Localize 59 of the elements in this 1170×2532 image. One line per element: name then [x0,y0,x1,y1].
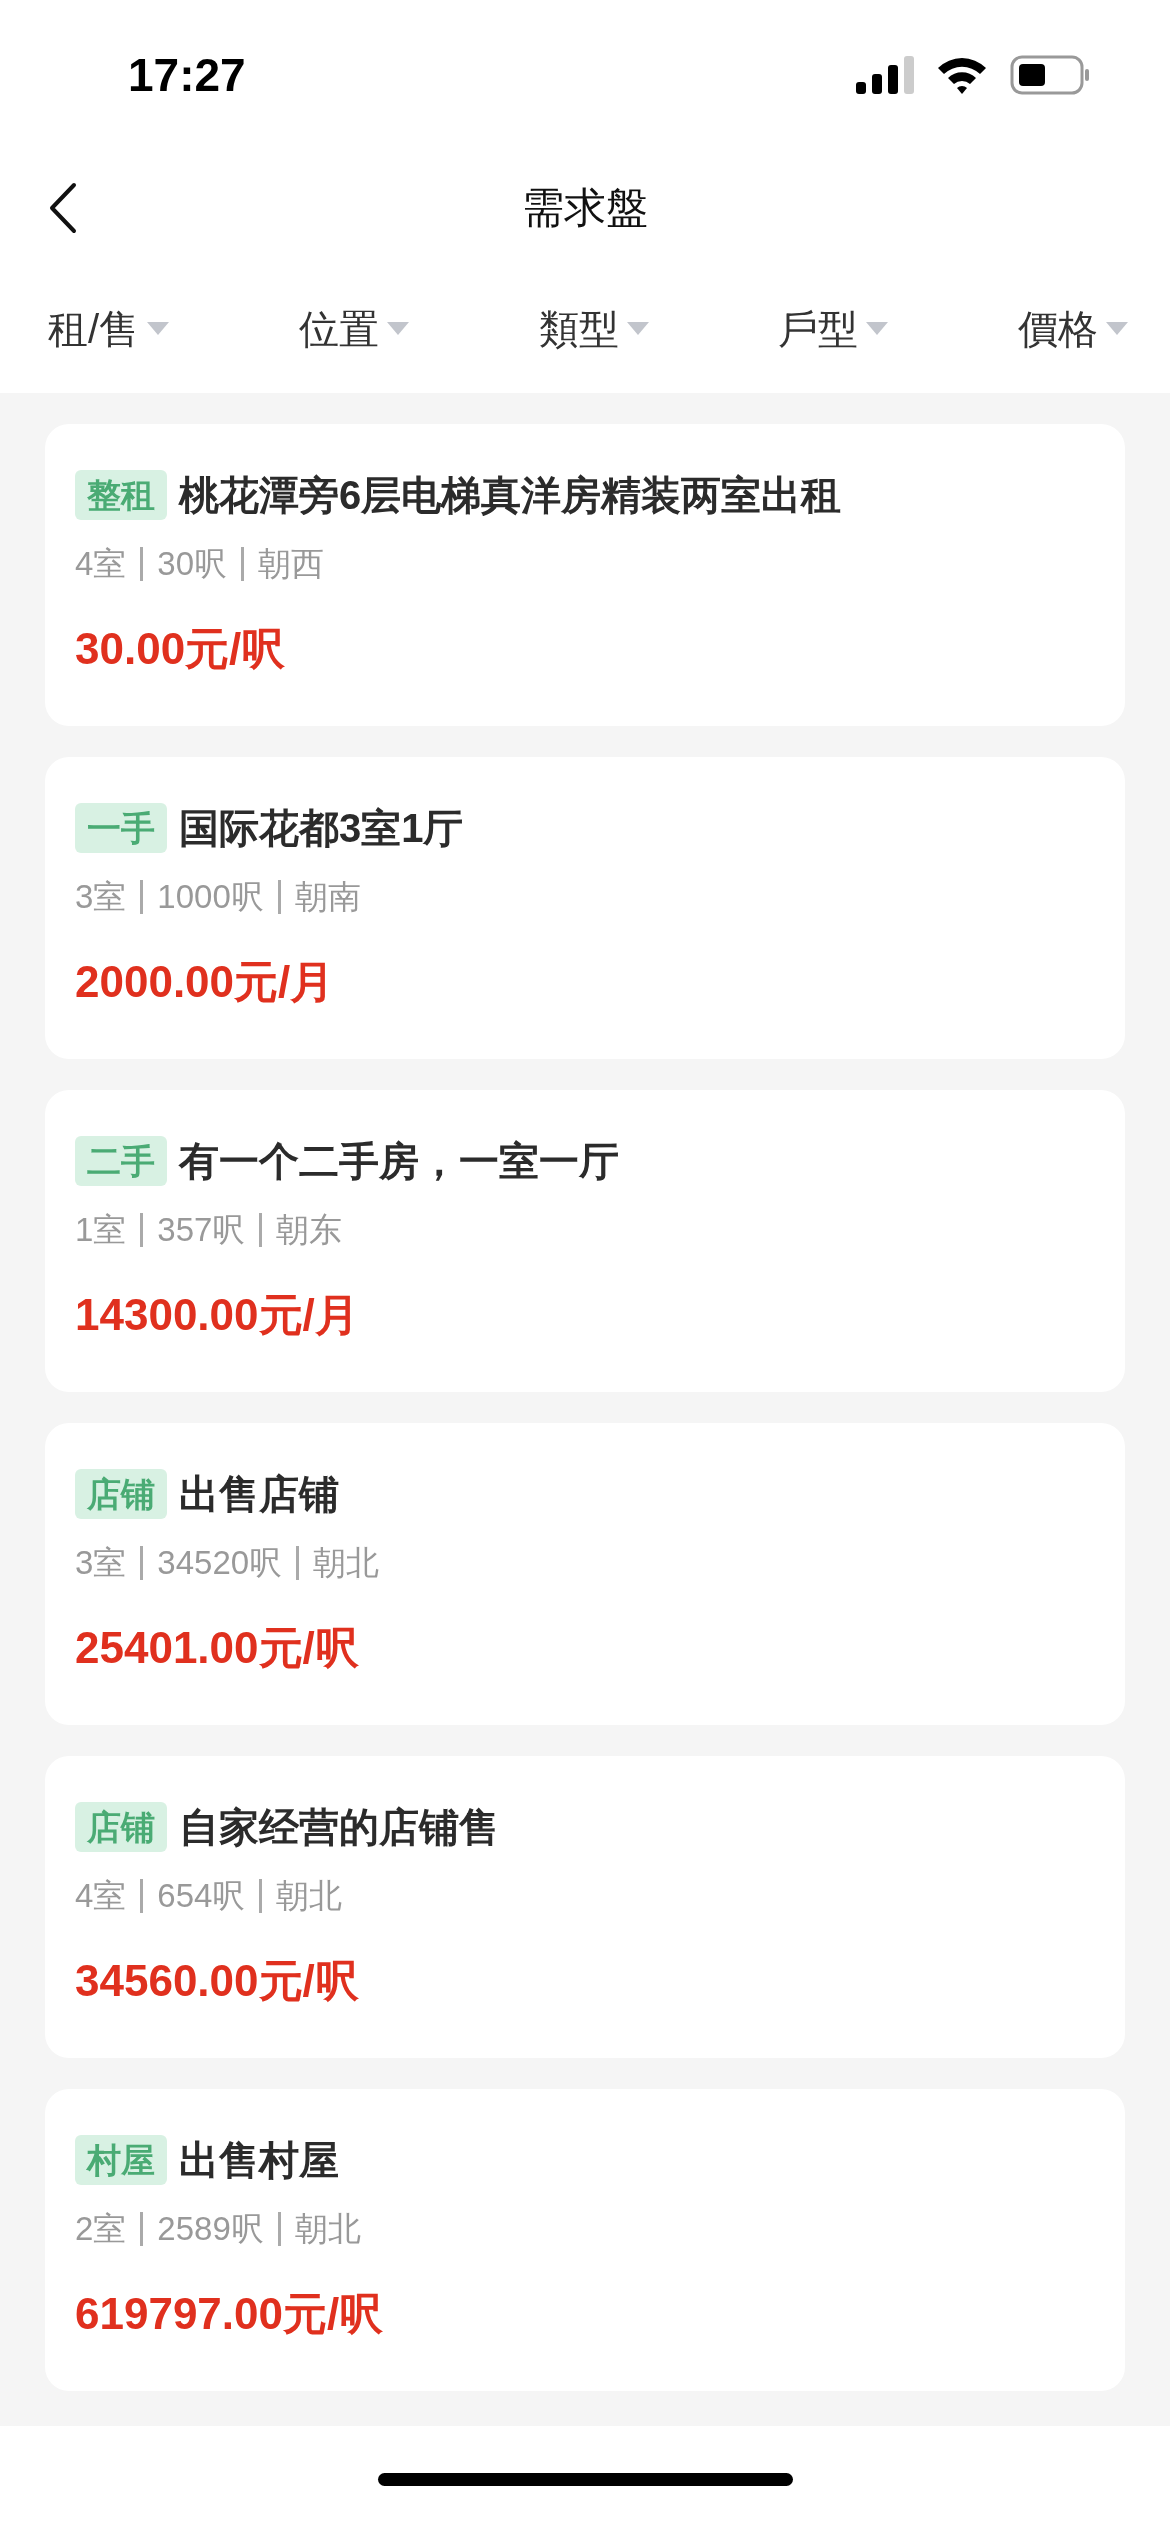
listing-card[interactable]: 二手 有一个二手房，一室一厅 1室 357呎 朝东 14300.00元/月 [45,1090,1125,1392]
listing-card[interactable]: 店铺 自家经营的店铺售 4室 654呎 朝北 34560.00元/呎 [45,1756,1125,2058]
listing-price: 25401.00元/呎 [75,1622,359,1674]
listing-detail: 30呎 [157,544,228,585]
listing-detail: 3室 [75,877,127,918]
listing-detail: 朝北 [313,1543,380,1584]
listing-tag: 店铺 [75,1802,167,1852]
listing-detail: 4室 [75,1876,127,1917]
listing-detail: 朝南 [294,877,361,918]
signal-icon [856,56,914,94]
listing-detail: 4室 [75,544,127,585]
listing-detail: 朝北 [276,1876,343,1917]
listing-detail: 357呎 [157,1210,246,1251]
filter-dropdown[interactable]: 價格 [1018,299,1128,359]
filter-dropdown[interactable]: 租/售 [48,299,170,359]
caret-icon [866,322,889,336]
listing-detail: 2室 [75,2209,127,2250]
listing-detail: 1室 [75,1210,127,1251]
listing-tag: 二手 [75,1136,167,1186]
back-icon[interactable] [48,181,78,234]
caret-icon [626,322,649,336]
listing-price: 34560.00元/呎 [75,1955,359,2007]
listing-detail: 朝东 [276,1210,343,1251]
listing-title: 国际花都3室1厅 [179,805,464,852]
listing-detail: 1000呎 [157,877,264,918]
listing-detail: 3室 [75,1543,127,1584]
listing-price: 30.00元/呎 [75,623,286,675]
wifi-icon [936,56,988,94]
listing-card[interactable]: 村屋 出售村屋 2室 2589呎 朝北 619797.00元/呎 [45,2089,1125,2391]
listing-title: 桃花潭旁6层电梯真洋房精装两室出租 [179,472,842,519]
listing-title: 出售村屋 [179,2137,339,2184]
listing-card[interactable]: 整租 桃花潭旁6层电梯真洋房精装两室出租 4室 30呎 朝西 30.00元/呎 [45,424,1125,726]
filter-dropdown[interactable]: 位置 [298,299,409,359]
listing-detail: 654呎 [157,1876,246,1917]
listing-price: 14300.00元/月 [75,1289,359,1341]
listing-title: 自家经营的店铺售 [179,1804,499,1851]
listing-card[interactable]: 一手 国际花都3室1厅 3室 1000呎 朝南 2000.00元/月 [45,757,1125,1059]
listing-detail: 2589呎 [157,2209,264,2250]
caret-icon [1106,322,1128,336]
caret-icon [386,322,409,336]
listing-price: 619797.00元/呎 [75,2288,384,2340]
filter-dropdown[interactable]: 類型 [538,299,649,359]
listing-title: 有一个二手房，一室一厅 [179,1138,619,1185]
listing-detail: 朝西 [258,544,325,585]
filter-dropdown[interactable]: 戶型 [778,299,889,359]
listing-detail: 34520呎 [157,1543,283,1584]
listing-tag: 店铺 [75,1469,167,1519]
caret-icon [147,322,170,336]
listing-detail: 朝北 [294,2209,361,2250]
listing-tag: 村屋 [75,2135,167,2185]
listing-card[interactable]: 店铺 出售店铺 3室 34520呎 朝北 25401.00元/呎 [45,1423,1125,1725]
status-time: 17:27 [128,47,246,103]
listing-price: 2000.00元/月 [75,956,335,1008]
battery-icon [1010,55,1090,95]
page-title: 需求盤 [522,183,648,233]
listing-title: 出售店铺 [179,1471,339,1518]
listing-tag: 一手 [75,803,167,853]
listing-tag: 整租 [75,470,167,520]
home-indicator[interactable] [377,2472,793,2486]
